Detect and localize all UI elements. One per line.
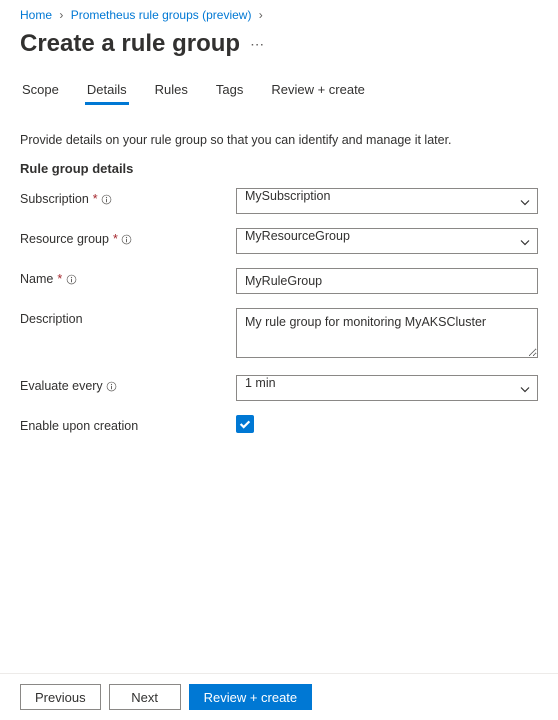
previous-button[interactable]: Previous: [20, 684, 101, 710]
info-icon[interactable]: [101, 193, 113, 205]
footer: Previous Next Review + create: [0, 673, 558, 720]
page-header: Create a rule group ⋯: [0, 26, 558, 76]
checkmark-icon: [238, 417, 252, 431]
name-input[interactable]: [236, 268, 538, 294]
subscription-select[interactable]: MySubscription: [236, 188, 538, 214]
resource-group-select[interactable]: MyResourceGroup: [236, 228, 538, 254]
tab-scope[interactable]: Scope: [20, 76, 61, 105]
description-textarea[interactable]: My rule group for monitoring MyAKSCluste…: [236, 308, 538, 358]
intro-text: Provide details on your rule group so th…: [20, 133, 538, 147]
evaluate-label: Evaluate every: [20, 375, 236, 393]
resource-group-label: Resource group*: [20, 228, 236, 246]
info-icon[interactable]: [106, 380, 118, 392]
chevron-right-icon: ›: [259, 8, 263, 22]
more-icon[interactable]: ⋯: [250, 36, 264, 53]
info-icon[interactable]: [65, 273, 77, 285]
info-icon[interactable]: [121, 233, 133, 245]
description-label: Description: [20, 308, 236, 326]
name-label: Name*: [20, 268, 236, 286]
evaluate-select[interactable]: 1 min: [236, 375, 538, 401]
form-content: Provide details on your rule group so th…: [0, 105, 558, 433]
next-button[interactable]: Next: [109, 684, 181, 710]
chevron-right-icon: ›: [59, 8, 63, 22]
breadcrumb-parent[interactable]: Prometheus rule groups (preview): [71, 8, 252, 22]
breadcrumb: Home › Prometheus rule groups (preview) …: [0, 0, 558, 26]
tab-rules[interactable]: Rules: [153, 76, 190, 105]
tab-details[interactable]: Details: [85, 76, 129, 105]
enable-checkbox[interactable]: [236, 415, 254, 433]
subscription-label: Subscription*: [20, 188, 236, 206]
tabs: Scope Details Rules Tags Review + create: [0, 76, 558, 105]
page-title: Create a rule group: [20, 30, 240, 58]
tab-review[interactable]: Review + create: [269, 76, 367, 105]
breadcrumb-home[interactable]: Home: [20, 8, 52, 22]
section-title: Rule group details: [20, 161, 538, 176]
tab-tags[interactable]: Tags: [214, 76, 245, 105]
enable-label: Enable upon creation: [20, 415, 236, 433]
review-create-button[interactable]: Review + create: [189, 684, 313, 710]
